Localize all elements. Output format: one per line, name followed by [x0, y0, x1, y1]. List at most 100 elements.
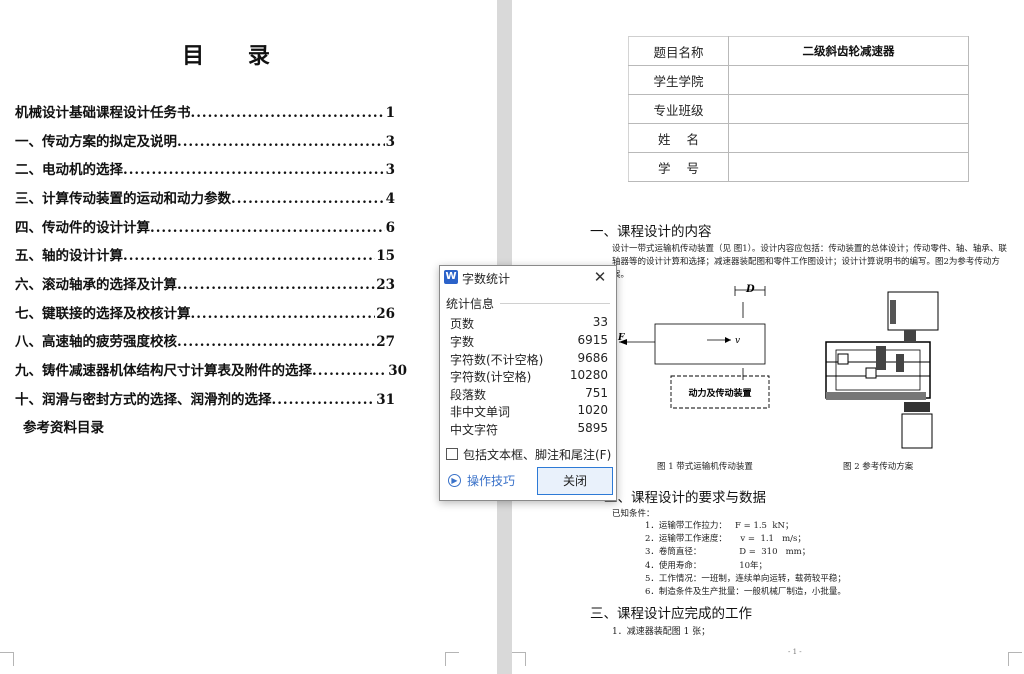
table-value[interactable] — [728, 94, 969, 124]
stat-label: 段落数 — [450, 388, 487, 402]
stat-label: 非中文单词 — [450, 405, 511, 419]
gear — [837, 353, 849, 365]
conveyor-figure: D F v 动力及传动装置 — [617, 284, 770, 409]
toc-leader-dots — [177, 334, 375, 350]
toc-entry-page: 26 — [376, 306, 395, 322]
toc-entry-page: 3 — [385, 134, 395, 150]
close-button[interactable]: 关闭 — [537, 467, 613, 495]
close-icon[interactable]: ✕ — [592, 269, 608, 285]
page-corner-mark — [512, 652, 526, 666]
toc-leader-dots — [272, 392, 376, 408]
toc-leader-dots — [191, 306, 376, 322]
stat-label: 字符数(计空格) — [450, 370, 532, 384]
gear — [865, 367, 877, 379]
stat-row-pages: 页数 33 — [450, 315, 608, 333]
velocity-arrowhead — [725, 337, 731, 343]
stats-section-heading: 统计信息 — [446, 297, 495, 311]
stat-value: 33 — [592, 315, 608, 329]
drive-device-label: 动力及传动装置 — [688, 387, 751, 399]
section-heading: 一、课程设计的内容 — [590, 224, 712, 240]
work-item: 1．减速器装配图 1 张； — [612, 627, 711, 637]
table-label: 题目名称 — [628, 36, 729, 66]
toc-entry[interactable]: 四、传动件的设计计算 6 — [15, 216, 395, 236]
toc-entry-text: 六、滚动轴承的选择及计算 — [15, 277, 177, 293]
toc-entry[interactable]: 五、轴的设计计算 15 — [15, 244, 395, 264]
toc-leader-dots — [312, 363, 387, 379]
toc-entry[interactable]: 九、铸件减速器机体结构尺寸计算表及附件的选择 30 — [15, 359, 407, 379]
drum-shaft — [890, 300, 896, 324]
project-title-value[interactable]: 二级斜齿轮减速器 — [728, 36, 969, 66]
stat-row-chars-with-spaces: 字符数(计空格) 10280 — [450, 368, 608, 386]
table-row: 姓 名 — [628, 123, 969, 153]
stat-row-chinese-chars: 中文字符 5895 — [450, 421, 608, 439]
toc-entry-page: 1 — [385, 105, 395, 121]
table-row: 题目名称 二级斜齿轮减速器 — [628, 36, 969, 66]
figure-caption: 图 1 带式运输机传动装置 — [657, 462, 753, 472]
stat-value: 6915 — [577, 333, 608, 347]
wps-writer-icon: W — [444, 270, 458, 284]
figure-caption: 图 2 参考传动方案 — [843, 462, 914, 472]
list-item: 2．运输带工作速度： v = 1.1 m/s； — [645, 534, 806, 545]
toc-entry[interactable]: 一、传动方案的拟定及说明 3 — [15, 130, 395, 150]
toc-entry[interactable]: 三、计算传动装置的运动和动力参数 4 — [15, 187, 395, 207]
toc-entry[interactable]: 六、滚动轴承的选择及计算 23 — [15, 273, 395, 293]
toc-entry-page: 31 — [376, 392, 395, 408]
conditions-list: 1．运输带工作拉力： F = 1.5 kN； 2．运输带工作速度： v = 1.… — [645, 520, 846, 599]
include-textboxes-checkbox[interactable] — [446, 448, 458, 460]
checkbox-label[interactable]: 包括文本框、脚注和尾注(F) — [463, 446, 611, 463]
toc-entry[interactable]: 机械设计基础课程设计任务书 1 — [15, 101, 395, 121]
toc-entry-text: 八、高速轴的疲劳强度校核 — [15, 334, 177, 350]
velocity-v-label: v — [735, 336, 740, 346]
stat-row-non-chinese-words: 非中文单词 1020 — [450, 403, 608, 421]
toc-entry-page: 4 — [385, 191, 395, 207]
toc-entry-text: 一、传动方案的拟定及说明 — [15, 134, 177, 150]
page-corner-mark — [1008, 652, 1022, 666]
stat-row-paragraphs: 段落数 751 — [450, 386, 608, 404]
toc-entry-text: 七、键联接的选择及校核计算 — [15, 306, 191, 322]
toc-entry-text: 机械设计基础课程设计任务书 — [15, 105, 191, 121]
toc-entry-page: 6 — [385, 220, 395, 236]
toc-entry[interactable]: 八、高速轴的疲劳强度校核 27 — [15, 330, 395, 350]
toc-references[interactable]: 参考资料目录 — [23, 416, 104, 436]
section-heading: 三、课程设计应完成的工作 — [590, 606, 752, 622]
toc-entry[interactable]: 二、电动机的选择 3 — [15, 158, 395, 178]
toc-entry-text: 十、润滑与密封方式的选择、润滑剂的选择 — [15, 392, 272, 408]
stat-value: 751 — [585, 386, 608, 400]
list-item: 4．使用寿命： 10年； — [645, 560, 768, 571]
list-item: 5．工作情况：一班制，连续单向运转，载荷较平稳； — [645, 573, 846, 584]
dialog-titlebar[interactable]: W 字数统计 ✕ — [440, 266, 616, 290]
toc-entry[interactable]: 十、润滑与密封方式的选择、润滑剂的选择 31 — [15, 388, 395, 408]
toc-entry-text: 四、传动件的设计计算 — [15, 220, 150, 236]
table-value[interactable] — [728, 123, 969, 153]
section-divider — [500, 303, 610, 304]
toc-title: 目 录 — [182, 43, 288, 69]
tips-label[interactable]: 操作技巧 — [467, 472, 515, 489]
motor — [901, 413, 933, 449]
list-item: 1．运输带工作拉力： F = 1.5 kN； — [645, 521, 794, 531]
list-item: 6．制造条件及生产批量：一般机械厂制造，小批量。 — [645, 587, 846, 598]
stat-value: 1020 — [577, 403, 608, 417]
toc-leader-dots — [150, 220, 385, 236]
toc-entry-text: 二、电动机的选择 — [15, 162, 123, 178]
gear — [876, 346, 886, 370]
table-row: 专业班级 — [628, 94, 969, 124]
play-circle-icon: ▶ — [448, 474, 461, 487]
table-row: 学生学院 — [628, 65, 969, 95]
toc-entry-page: 23 — [376, 277, 395, 293]
gearbox-figure — [825, 291, 939, 449]
table-value[interactable] — [728, 152, 969, 182]
list-item: 3．卷筒直径： D = 310 mm； — [645, 547, 811, 558]
stat-value: 5895 — [577, 421, 608, 435]
table-value[interactable] — [728, 65, 969, 95]
stat-label: 页数 — [450, 317, 475, 331]
page-corner-mark — [0, 652, 14, 666]
toc-entry[interactable]: 七、键联接的选择及校核计算 26 — [15, 302, 395, 322]
toc-leader-dots — [123, 162, 385, 178]
include-textboxes-option[interactable]: 包括文本框、脚注和尾注(F) — [446, 446, 612, 464]
cover-info-table: 题目名称 二级斜齿轮减速器 学生学院 专业班级 姓 名 学 号 — [628, 36, 969, 182]
toc-entry-page: 3 — [385, 162, 395, 178]
toc-entry-page: 30 — [388, 363, 407, 379]
toc-entry-text: 九、铸件减速器机体结构尺寸计算表及附件的选择 — [15, 363, 312, 379]
table-label: 专业班级 — [628, 94, 729, 124]
toc-entry-text: 五、轴的设计计算 — [15, 248, 123, 264]
